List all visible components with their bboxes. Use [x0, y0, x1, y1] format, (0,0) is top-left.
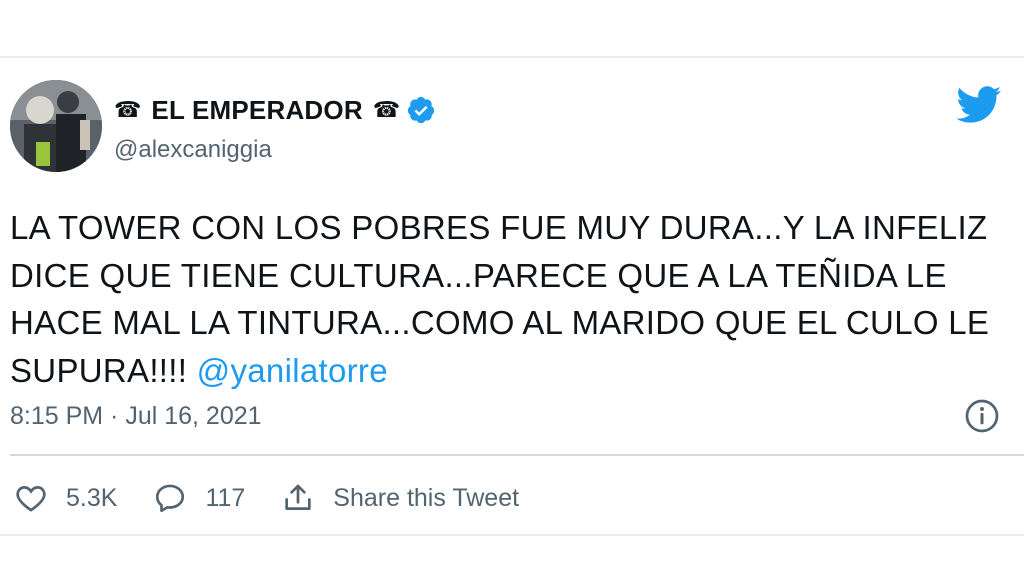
- telephone-icon: ☎: [372, 97, 401, 122]
- avatar[interactable]: [10, 80, 102, 172]
- reply-bubble-icon: [156, 484, 185, 513]
- display-name[interactable]: EL EMPERADOR: [151, 95, 362, 126]
- telephone-icon: ☎: [114, 97, 142, 122]
- tweet-body: LA TOWER CON LOS POBRES FUE MUY DURA...Y…: [10, 204, 990, 394]
- reply-button[interactable]: 117: [153, 481, 245, 515]
- mention-link[interactable]: @yanilatorre: [197, 352, 388, 389]
- tweet-card: ☎ EL EMPERADOR ☎ @alexcaniggia LA TOWER …: [0, 56, 1024, 536]
- heart-icon: [16, 486, 46, 512]
- tweet-actions: 5.3K 117 Share this Tweet: [14, 476, 555, 520]
- verified-badge-icon: [408, 96, 435, 124]
- share-icon: [285, 484, 311, 510]
- divider: [10, 454, 1024, 456]
- author-handle[interactable]: @alexcaniggia: [114, 136, 272, 164]
- share-label: Share this Tweet: [333, 483, 520, 512]
- like-button[interactable]: 5.3K: [14, 481, 117, 515]
- tweet-timestamp[interactable]: 8:15 PM · Jul 16, 2021: [10, 402, 262, 431]
- like-count: 5.3K: [66, 483, 118, 512]
- share-button[interactable]: Share this Tweet: [281, 481, 519, 515]
- info-icon[interactable]: [964, 398, 1000, 434]
- tweet-text: LA TOWER CON LOS POBRES FUE MUY DURA...Y…: [10, 209, 990, 389]
- twitter-bird-icon[interactable]: [956, 86, 1002, 124]
- reply-count: 117: [205, 483, 246, 512]
- author-name-row[interactable]: ☎ EL EMPERADOR ☎: [114, 94, 436, 126]
